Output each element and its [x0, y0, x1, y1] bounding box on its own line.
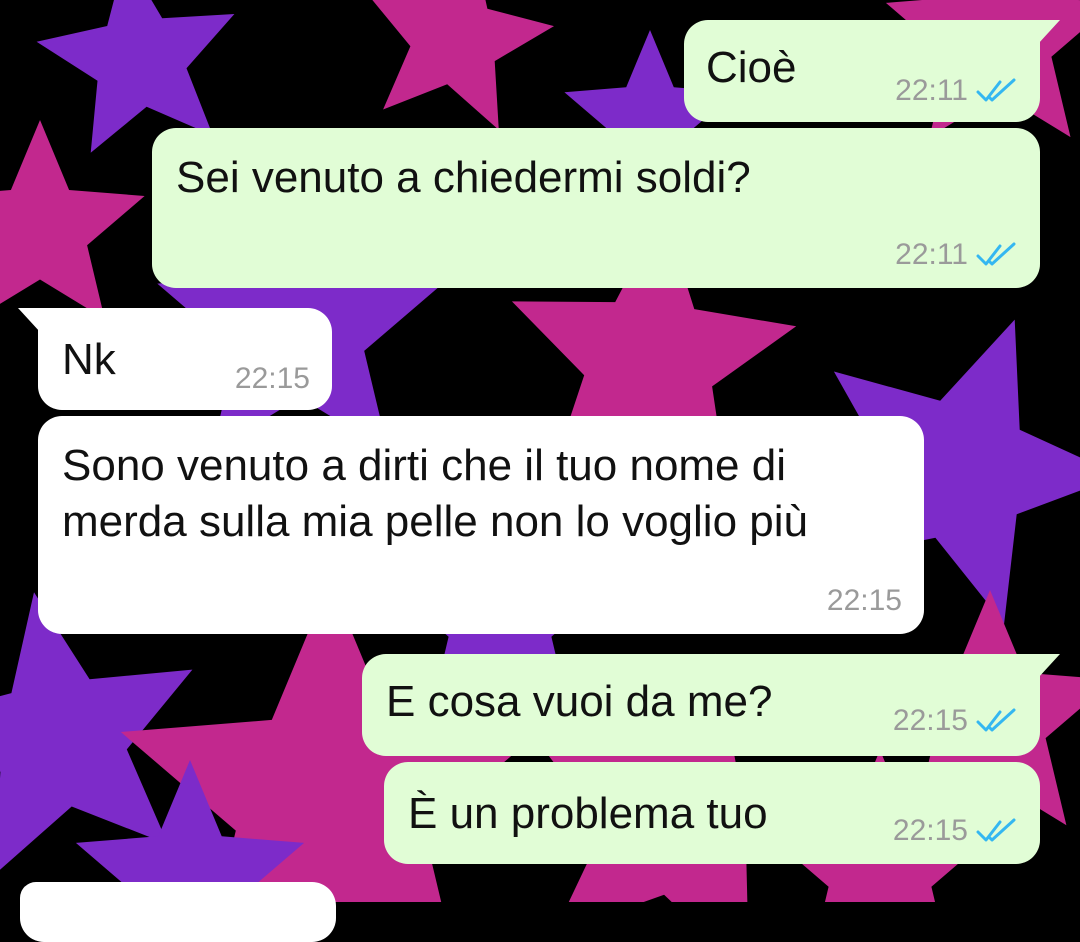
message-time: 22:15	[892, 814, 968, 847]
message-bubble-outgoing[interactable]: Sei venuto a chiedermi soldi? 22:11	[152, 128, 1040, 288]
message-bubble-incoming[interactable]: Nk 22:15	[18, 308, 332, 410]
bubble-tail	[18, 308, 40, 332]
message-text: Cioè	[706, 43, 797, 92]
message-text: È un problema tuo	[408, 789, 768, 838]
message-time: 22:15	[234, 362, 310, 395]
double-check-icon	[976, 708, 1016, 732]
message-text: Nk	[62, 335, 116, 384]
double-check-icon	[976, 818, 1016, 842]
message-text: E cosa vuoi da me?	[386, 677, 773, 726]
bubble-tail	[1038, 654, 1060, 678]
message-text: Sei venuto a chiedermi soldi?	[176, 153, 751, 202]
bubble-tail	[1038, 20, 1060, 44]
message-bubble-outgoing[interactable]: E cosa vuoi da me? 22:15	[362, 654, 1060, 756]
message-bubble-outgoing[interactable]: È un problema tuo 22:15	[384, 762, 1040, 864]
double-check-icon	[976, 78, 1016, 102]
message-bubble-outgoing[interactable]: Cioè 22:11	[684, 20, 1060, 122]
message-time: 22:15	[826, 584, 902, 617]
message-time: 22:15	[892, 704, 968, 737]
message-time: 22:11	[895, 238, 968, 271]
message-bubble-incoming[interactable]: Sono venuto a dirti che il tuo nome di m…	[38, 416, 924, 634]
double-check-icon	[976, 242, 1016, 266]
message-text: Sono venuto a dirti che il tuo nome di m…	[62, 441, 808, 546]
message-time: 22:11	[895, 74, 968, 107]
message-bubble-incoming-partial[interactable]	[20, 882, 336, 942]
